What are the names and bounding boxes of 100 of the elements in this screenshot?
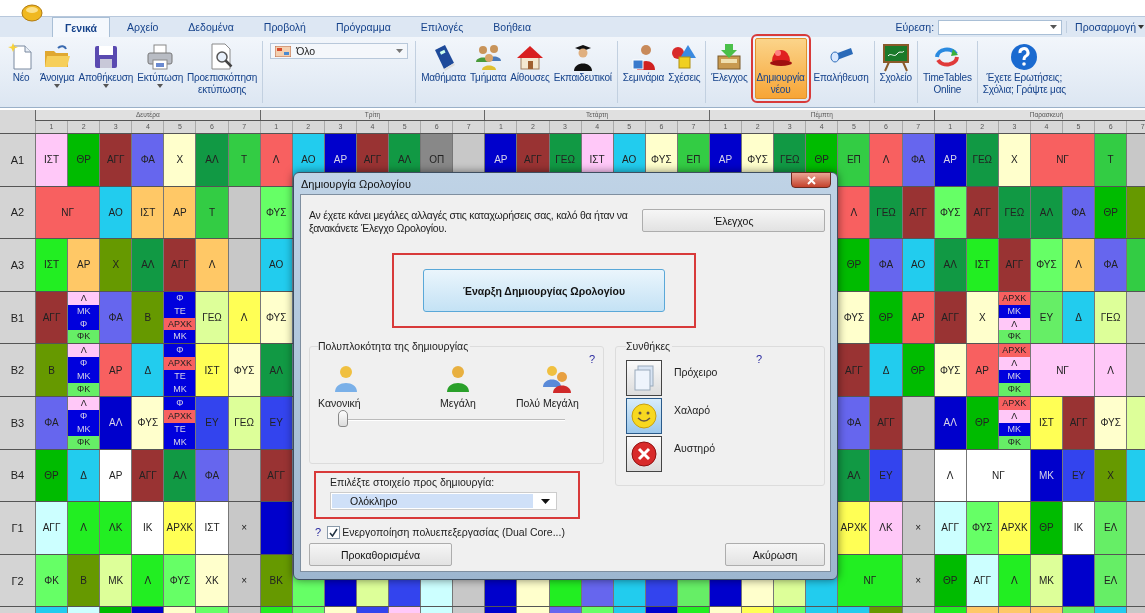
ribbon-button[interactable]: Άνοιγμα bbox=[38, 38, 77, 91]
lesson-cell: ΦΑ bbox=[869, 239, 902, 291]
ribbon-button[interactable]: Έχετε Ερωτήσεις; Σχόλια; Γράψτε μας bbox=[980, 38, 1068, 99]
lesson-part: ΤΕ bbox=[164, 370, 196, 384]
checkbox[interactable] bbox=[327, 525, 341, 539]
ribbon-button[interactable]: Σχέσεις bbox=[666, 38, 703, 87]
lesson-cell: ΘΡ bbox=[933, 554, 966, 607]
slider-thumb[interactable] bbox=[338, 410, 348, 427]
lesson-cell: ΜΚ bbox=[1029, 449, 1062, 502]
condition-toggle[interactable] bbox=[626, 360, 662, 396]
ribbon-tab[interactable]: Αρχείο bbox=[114, 17, 172, 37]
lesson-cell: ΙΚ bbox=[131, 502, 164, 554]
lesson-cell: × bbox=[901, 554, 934, 607]
lesson-part: Λ bbox=[998, 357, 1030, 371]
lesson-cell: Χ bbox=[1094, 449, 1127, 502]
lesson-cell: ΑΡ bbox=[67, 239, 100, 291]
ribbon-button[interactable]: Επαλήθευση bbox=[811, 38, 871, 87]
lesson-cell: Λ bbox=[1062, 239, 1095, 291]
lesson-cell: ΜΚ bbox=[1029, 554, 1062, 607]
people-icon bbox=[542, 363, 572, 393]
lesson-cell: ΑΓΓ bbox=[965, 554, 998, 607]
lesson-cell: Λ bbox=[67, 502, 100, 554]
dropdown-arrow-icon bbox=[541, 498, 550, 504]
lesson-cell: ΦΑ bbox=[195, 449, 228, 502]
lesson-cell: ΕΥ bbox=[195, 396, 228, 449]
ribbon-button[interactable]: Έλεγχος bbox=[709, 38, 750, 87]
ribbon-button[interactable]: Εκτύπωση bbox=[135, 38, 185, 91]
start-button[interactable]: Έναρξη Δημιουργίας Ωρολογίου bbox=[423, 269, 665, 312]
lesson-cell: ΑΓΓ bbox=[35, 502, 68, 554]
help-mark[interactable]: ? bbox=[315, 526, 322, 538]
customize-menu[interactable]: Προσαρμογή bbox=[1066, 21, 1145, 33]
lesson-part: ΑΡΧΚ bbox=[164, 357, 196, 371]
ribbon-tab[interactable]: Προβολή bbox=[250, 17, 319, 37]
lesson-cell: ΓΕΩ bbox=[869, 186, 902, 239]
class-label: Β4 bbox=[0, 449, 35, 502]
lesson-cell: ΝΓ bbox=[1029, 344, 1095, 396]
lesson-cell: ΙΣΤ bbox=[131, 186, 164, 239]
defaults-button[interactable]: Προκαθορισμένα bbox=[309, 543, 452, 566]
lesson-cell: ΘΡ bbox=[67, 134, 100, 186]
ribbon-tab[interactable]: Επιλογές bbox=[407, 17, 477, 37]
target-dropdown[interactable]: Ολόκληρο bbox=[330, 492, 557, 510]
help-mark[interactable]: ? bbox=[588, 353, 595, 365]
lesson-cell: ΓΕΩ bbox=[1094, 291, 1127, 344]
ribbon-button[interactable]: Μαθήματα bbox=[419, 38, 468, 87]
lesson-cell: ΙΣΤ bbox=[35, 134, 68, 186]
caret-icon bbox=[1138, 25, 1144, 29]
ribbon-tab[interactable]: Βοήθεια bbox=[480, 17, 544, 37]
ribbon-button[interactable]: Σεμινάρια bbox=[620, 38, 667, 87]
condition-toggle[interactable] bbox=[626, 436, 662, 472]
condition-toggle[interactable] bbox=[626, 398, 662, 434]
find-field[interactable] bbox=[938, 19, 1063, 35]
ribbon-button[interactable]: Νέο bbox=[4, 38, 38, 87]
ribbon-button[interactable]: Προεπισκόπηση εκτύπωσης bbox=[185, 38, 260, 99]
ribbon-button[interactable]: Τμήματα bbox=[467, 38, 509, 87]
lesson-cell: Δ bbox=[1062, 291, 1095, 344]
lesson-cell: ΦΥΣ bbox=[837, 291, 870, 344]
lesson-cell: ΘΡ bbox=[901, 344, 934, 396]
class-label: Α2 bbox=[0, 186, 35, 239]
lesson-cell: ΑΛ bbox=[1029, 186, 1062, 239]
ribbon-tab[interactable]: Γενικά bbox=[52, 17, 110, 37]
class-label: Β1 bbox=[0, 291, 35, 344]
ribbon-tab[interactable]: Πρόγραμμα bbox=[322, 17, 404, 37]
lesson-cell: ΦΑ bbox=[35, 396, 68, 449]
lesson-part: ΜΚ bbox=[998, 370, 1030, 384]
help-mark[interactable]: ? bbox=[755, 353, 762, 365]
ribbon-button[interactable]: Αίθουσες bbox=[508, 38, 552, 87]
ribbon-button[interactable]: Εκπαιδευτικοί bbox=[551, 38, 614, 87]
lesson-cell: ΦΥΣ bbox=[1029, 239, 1062, 291]
lesson-cell: ΦΑ bbox=[837, 396, 870, 449]
class-label: Γ2 bbox=[0, 554, 35, 607]
lesson-cell: ΑΟ bbox=[259, 239, 292, 291]
lesson-part: ΑΡΧΚ bbox=[998, 291, 1030, 305]
lesson-cell: ΦΥΣ bbox=[933, 344, 966, 396]
lesson-part: ΑΡΧΚ bbox=[998, 344, 1030, 358]
lesson-cell: Λ bbox=[933, 449, 966, 502]
ribbon-tab[interactable]: Δεδομένα bbox=[175, 17, 247, 37]
condition-label: Αυστηρό bbox=[674, 442, 716, 454]
lesson-cell: ΦΥΣ bbox=[965, 502, 998, 554]
caret-icon bbox=[102, 84, 109, 88]
ribbon-button[interactable]: Αποθήκευση bbox=[76, 38, 136, 91]
lesson-cell: Β bbox=[67, 554, 100, 607]
lesson-cell: ΦΥΣ bbox=[163, 554, 196, 607]
cancel-button[interactable]: Ακύρωση bbox=[725, 543, 825, 566]
lesson-cell: ΑΓΓ bbox=[131, 449, 164, 502]
view-dropdown[interactable]: Όλο bbox=[270, 43, 409, 59]
lesson-cell: ΦΥΣ bbox=[259, 291, 292, 344]
ribbon-button[interactable]: Σχολείο bbox=[877, 38, 914, 87]
lesson-cell: Λ bbox=[227, 291, 260, 344]
lesson-cell: Δ bbox=[131, 344, 164, 396]
ribbon-button[interactable]: TimeTables Online bbox=[920, 38, 974, 99]
lesson-cell: Χ bbox=[163, 134, 196, 186]
lesson-cell: Β bbox=[35, 344, 68, 396]
lesson-cell: ΓΕΩ bbox=[227, 396, 260, 449]
class-label: Α3 bbox=[0, 239, 35, 291]
lesson-part: ΜΚ bbox=[164, 383, 196, 396]
lesson-cell: ΘΡ bbox=[1029, 502, 1062, 554]
lesson-cell: Λ bbox=[997, 554, 1030, 607]
close-button[interactable] bbox=[791, 172, 831, 188]
siren-icon bbox=[769, 47, 792, 67]
check-button[interactable]: Έλεγχος bbox=[642, 209, 825, 232]
